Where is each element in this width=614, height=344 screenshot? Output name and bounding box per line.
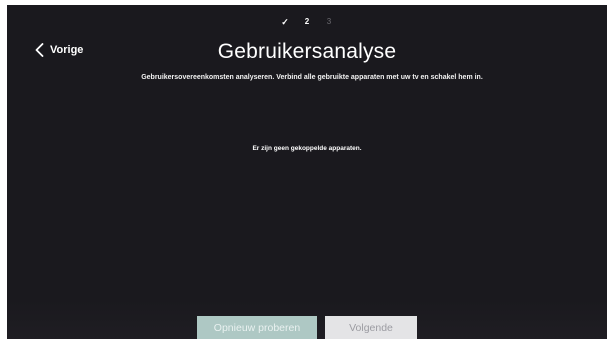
step-3: 3 [326,17,332,26]
page-subtitle: Gebruikersovereenkomsten analyseren. Ver… [141,74,483,81]
next-button[interactable]: Volgende [325,316,417,339]
action-buttons: Opnieuw proberen Volgende [7,316,607,339]
tv-screen: ✓ 2 3 Vorige Gebruikersanalyse Gebruiker… [7,5,607,339]
step-2: 2 [304,17,310,26]
page-title: Gebruikersanalyse [217,40,397,63]
step-1-checkmark-icon: ✓ [281,17,289,27]
empty-state-message: Er zijn geen gekoppelde apparaten. [252,145,362,152]
step-indicator: ✓ 2 3 [7,17,607,27]
retry-button[interactable]: Opnieuw proberen [197,316,317,339]
